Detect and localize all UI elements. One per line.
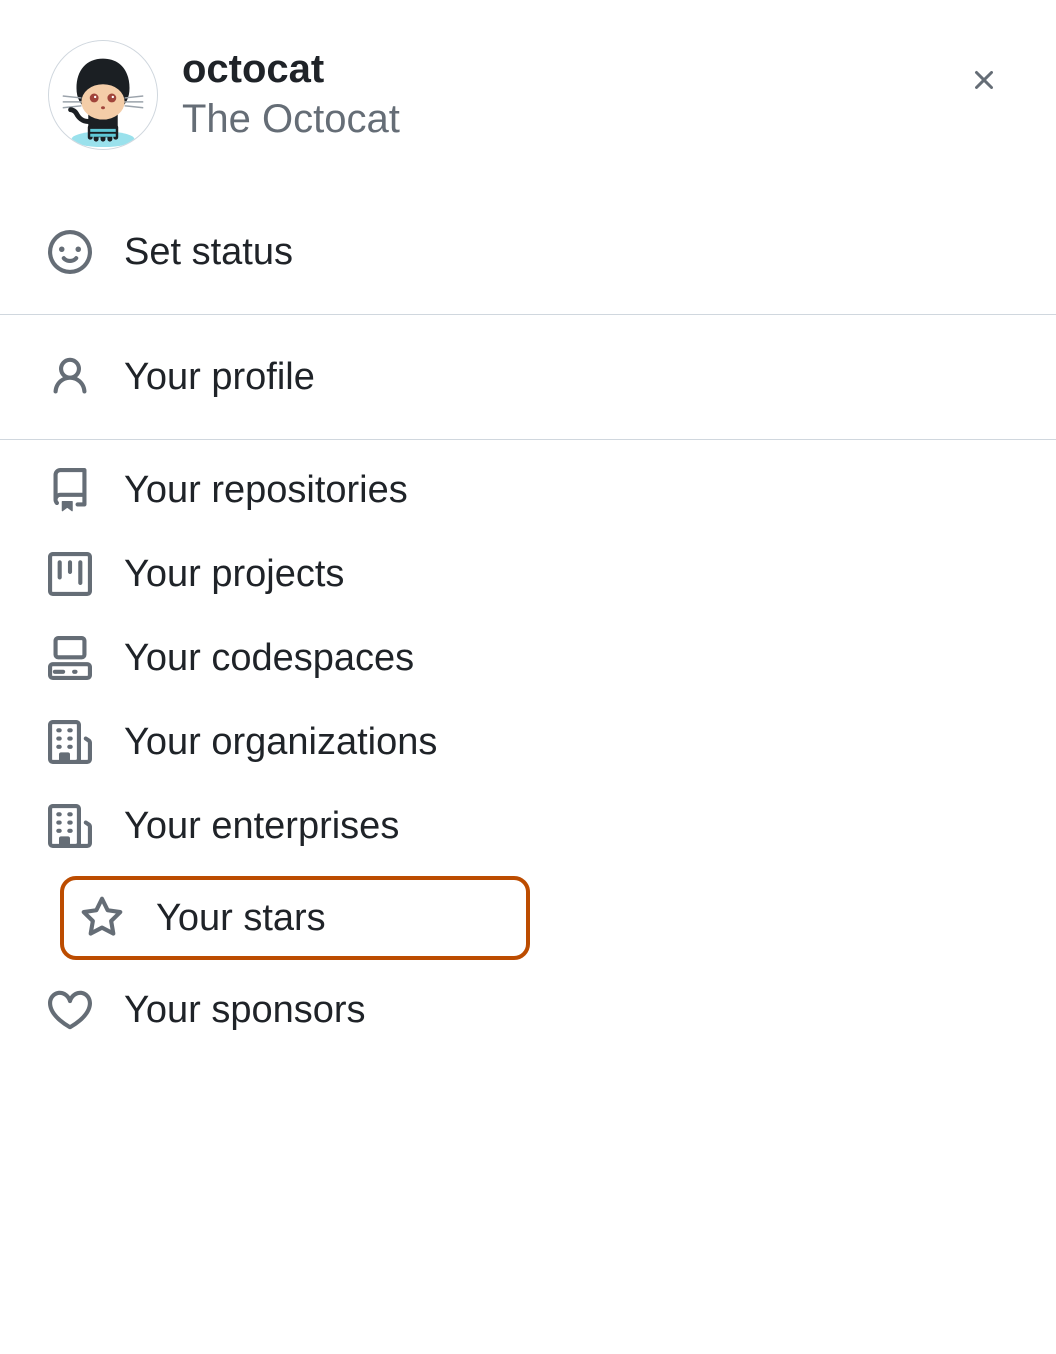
enterprise-icon (48, 804, 92, 848)
profile-section: Your profile (0, 315, 1056, 439)
smiley-icon (48, 230, 92, 274)
star-icon (80, 896, 124, 940)
person-icon (48, 355, 92, 399)
close-button[interactable] (960, 56, 1008, 104)
your-repositories-item[interactable]: Your repositories (0, 448, 1056, 532)
set-status-item[interactable]: Set status (0, 210, 1056, 294)
resources-section: Your repositories Your projects Your cod… (0, 440, 1056, 1060)
project-icon (48, 552, 92, 596)
close-icon (968, 64, 1000, 96)
your-sponsors-label: Your sponsors (124, 989, 366, 1032)
repo-icon (48, 468, 92, 512)
user-header: octocat The Octocat (0, 40, 1056, 190)
your-codespaces-item[interactable]: Your codespaces (0, 616, 1056, 700)
your-stars-item[interactable]: Your stars (60, 876, 530, 960)
codespaces-icon (48, 636, 92, 680)
octocat-avatar-icon (49, 41, 157, 149)
your-organizations-item[interactable]: Your organizations (0, 700, 1056, 784)
user-info: octocat The Octocat (182, 45, 936, 145)
username: octocat (182, 45, 936, 93)
your-projects-item[interactable]: Your projects (0, 532, 1056, 616)
your-stars-label: Your stars (156, 897, 326, 940)
your-profile-item[interactable]: Your profile (0, 335, 1056, 419)
your-enterprises-item[interactable]: Your enterprises (0, 784, 1056, 868)
your-sponsors-item[interactable]: Your sponsors (0, 968, 1056, 1052)
your-enterprises-label: Your enterprises (124, 805, 399, 848)
status-section: Set status (0, 190, 1056, 314)
set-status-label: Set status (124, 231, 293, 274)
user-fullname: The Octocat (182, 93, 936, 145)
heart-icon (48, 988, 92, 1032)
your-organizations-label: Your organizations (124, 721, 437, 764)
your-projects-label: Your projects (124, 553, 344, 596)
avatar[interactable] (48, 40, 158, 150)
user-menu-panel: octocat The Octocat Set status Your prof… (0, 0, 1056, 1354)
your-codespaces-label: Your codespaces (124, 637, 414, 680)
organization-icon (48, 720, 92, 764)
your-profile-label: Your profile (124, 356, 315, 399)
your-repositories-label: Your repositories (124, 469, 408, 512)
